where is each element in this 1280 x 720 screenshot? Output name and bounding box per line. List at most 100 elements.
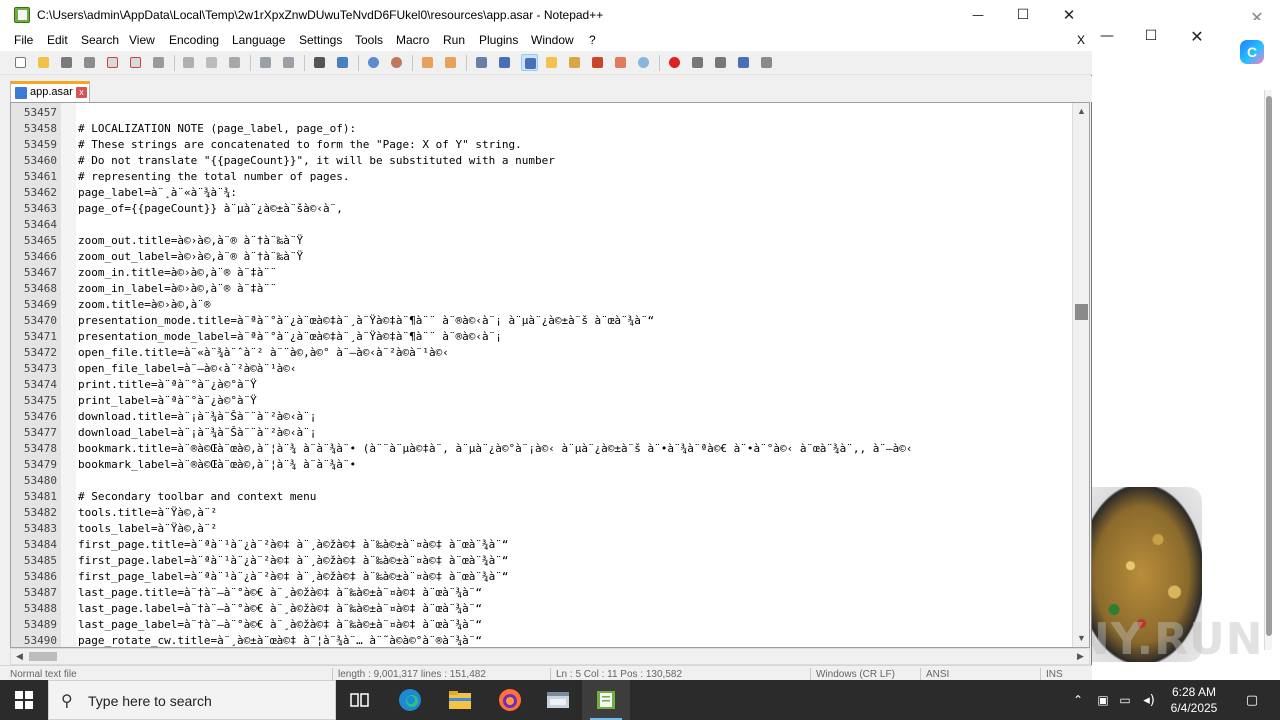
editor-line[interactable]: 53458 # LOCALIZATION NOTE (page_label, pa… — [11, 121, 1073, 137]
editor-line[interactable]: 53463 page_of={{pageCount}} à¨µà¨¿à©±à¨šà… — [11, 201, 1073, 217]
scroll-down-icon[interactable]: ▼ — [1073, 630, 1089, 647]
background-browser-window[interactable]: ✕ — ☐ ✕ C — [1092, 0, 1280, 680]
editor-line[interactable]: 53461 # representing the total number of … — [11, 169, 1073, 185]
tab-app-asar[interactable]: app.asar x — [10, 81, 90, 102]
menu-run[interactable]: Run — [443, 33, 465, 47]
editor-line[interactable]: 53472 open_file.title=à¨«à¨¾à¨ˆà¨² à¨¨à©‚… — [11, 345, 1073, 361]
start-button[interactable] — [0, 680, 48, 720]
editor-line[interactable]: 53484 first_page.title=à¨ªà¨¹à¨¿à¨²à©‡ à¨… — [11, 537, 1073, 553]
copy-icon[interactable] — [203, 54, 220, 71]
new-file-icon[interactable] — [12, 54, 29, 71]
redo-icon[interactable] — [280, 54, 297, 71]
monitoring-icon[interactable] — [635, 54, 652, 71]
browser-maximize-icon[interactable]: ☐ — [1136, 20, 1166, 52]
menu-plugins[interactable]: Plugins — [479, 33, 518, 47]
menu-tools[interactable]: Tools — [355, 33, 383, 47]
save-macro-icon[interactable] — [758, 54, 775, 71]
word-wrap-icon[interactable] — [473, 54, 490, 71]
scroll-right-icon[interactable]: ▶ — [1072, 649, 1089, 664]
editor-line[interactable]: 53459 # These strings are concatenated to… — [11, 137, 1073, 153]
menu-view[interactable]: View — [129, 33, 155, 47]
taskbar-search-box[interactable]: ⚲ Type here to search — [48, 680, 336, 720]
taskbar-notepad-plus-plus[interactable] — [582, 680, 630, 720]
editor-line[interactable]: 53467 zoom_in.title=à©›à©‚à¨® à¨‡à¨¨ — [11, 265, 1073, 281]
vertical-scroll-thumb[interactable] — [1075, 304, 1088, 320]
folder-as-workspace-icon[interactable] — [612, 54, 629, 71]
browser-minimize-icon[interactable]: — — [1092, 20, 1122, 52]
close-document-button[interactable]: X — [1077, 33, 1085, 47]
editor-line[interactable]: 53477 download_label=à¨¡à¨¾à¨Šà¨¨à¨²à©‹à¨… — [11, 425, 1073, 441]
editor-line[interactable]: 53485 first_page.label=à¨ªà¨¹à¨¿à¨²à©‡ à¨… — [11, 553, 1073, 569]
tab-close-icon[interactable]: x — [76, 87, 87, 98]
editor-line[interactable]: 53483 tools_label=à¨Ÿà©‚à¨² — [11, 521, 1073, 537]
scroll-left-icon[interactable]: ◀ — [11, 649, 28, 664]
taskbar-edge[interactable] — [386, 680, 434, 720]
save-icon[interactable] — [58, 54, 75, 71]
editor-line[interactable]: 53481 # Secondary toolbar and context men… — [11, 489, 1073, 505]
editor-line[interactable]: 53464 — [11, 217, 1073, 233]
horizontal-scrollbar[interactable]: ◀ ▶ — [10, 648, 1090, 665]
editor-line[interactable]: 53469 zoom.title=à©›à©‚à¨® — [11, 297, 1073, 313]
menu-macro[interactable]: Macro — [396, 33, 429, 47]
browser-close-icon[interactable]: ✕ — [1182, 20, 1212, 52]
editor-line[interactable]: 53473 open_file_label=à¨–à©‹à¨²à©à¨¹à©‹ — [11, 361, 1073, 377]
stop-macro-icon[interactable] — [689, 54, 706, 71]
show-all-characters-icon[interactable] — [496, 54, 513, 71]
editor-line[interactable]: 53475 print_label=à¨ªà¨°à¨¿à©°à¨Ÿ — [11, 393, 1073, 409]
print-icon[interactable] — [150, 54, 167, 71]
taskbar-file-explorer[interactable] — [436, 680, 484, 720]
notification-icon[interactable]: ▢ — [1240, 690, 1264, 710]
editor-line[interactable]: 53479 bookmark_label=à¨®à©Œà¨œà©‚à¨¦à¨¾ à… — [11, 457, 1073, 473]
editor-line[interactable]: 53486 first_page_label=à¨ªà¨¹à¨¿à¨²à©‡ à¨… — [11, 569, 1073, 585]
editor-line[interactable]: 53476 download.title=à¨¡à¨¾à¨Šà¨¨à¨²à©‹à¨… — [11, 409, 1073, 425]
text-editor[interactable]: 53457 53458 # LOCALIZATION NOTE (page_labe… — [10, 102, 1090, 648]
menu-encoding[interactable]: Encoding — [169, 33, 219, 47]
editor-line[interactable]: 53465 zoom_out.title=à©›à©‚à¨® à¨†à¨‰à¨Ÿ — [11, 233, 1073, 249]
menu-window[interactable]: Window — [531, 33, 574, 47]
maximize-button[interactable]: ☐ — [1000, 0, 1046, 30]
editor-line[interactable]: 53480 — [11, 473, 1073, 489]
vertical-scrollbar[interactable]: ▲ ▼ — [1072, 103, 1089, 647]
editor-line[interactable]: 53468 zoom_in_label=à©›à©‚à¨® à¨‡à¨¨ — [11, 281, 1073, 297]
indent-guide-icon[interactable] — [521, 54, 538, 71]
sync-vertical-icon[interactable] — [419, 54, 436, 71]
open-file-icon[interactable] — [35, 54, 52, 71]
scroll-up-icon[interactable]: ▲ — [1073, 103, 1089, 120]
menu-file[interactable]: File — [14, 33, 33, 47]
meet-now-icon[interactable]: ▣ — [1094, 690, 1112, 710]
close-all-icon[interactable] — [127, 54, 144, 71]
editor-line[interactable]: 53457 — [11, 105, 1073, 121]
network-icon[interactable]: ▭ — [1116, 690, 1134, 710]
editor-line[interactable]: 53471 presentation_mode_label=à¨ªà¨°à¨¿à¨… — [11, 329, 1073, 345]
replace-icon[interactable] — [334, 54, 351, 71]
editor-line[interactable]: 53474 print.title=à¨ªà¨°à¨¿à©°à¨Ÿ — [11, 377, 1073, 393]
record-macro-icon[interactable] — [666, 54, 683, 71]
taskbar-firefox[interactable] — [486, 680, 534, 720]
editor-line[interactable]: 53470 presentation_mode.title=à¨ªà¨°à¨¿à¨… — [11, 313, 1073, 329]
sync-horizontal-icon[interactable] — [442, 54, 459, 71]
show-hidden-icons-icon[interactable]: ⌃ — [1070, 690, 1086, 710]
editor-line[interactable]: 53489 last_page_label=à¨†à¨–à¨°à©€ à¨¸à©ž… — [11, 617, 1073, 633]
define-language-icon[interactable] — [543, 54, 560, 71]
taskbar-mail-app[interactable] — [534, 680, 582, 720]
minimize-button[interactable]: — — [955, 0, 1001, 30]
play-macro-icon[interactable] — [712, 54, 729, 71]
zoom-out-icon[interactable] — [388, 54, 405, 71]
close-file-icon[interactable] — [104, 54, 121, 71]
browser-page-scrollbar[interactable] — [1264, 90, 1272, 650]
find-icon[interactable] — [311, 54, 328, 71]
editor-line[interactable]: 53478 bookmark.title=à¨®à©Œà¨œà©‚à¨¦à¨¾ à… — [11, 441, 1073, 457]
menu-search[interactable]: Search — [81, 33, 119, 47]
editor-line[interactable]: 53490 page_rotate_cw.title=à¨¸à©±à¨œà©‡ à… — [11, 633, 1073, 647]
editor-line[interactable]: 53460 # Do not translate "{{pageCount}}",… — [11, 153, 1073, 169]
menu-language[interactable]: Language — [232, 33, 285, 47]
taskbar-clock[interactable]: 6:28 AM 6/4/2025 — [1156, 684, 1232, 716]
zoom-in-icon[interactable] — [365, 54, 382, 71]
copilot-icon[interactable]: C — [1240, 40, 1264, 64]
menu-edit[interactable]: Edit — [47, 33, 68, 47]
editor-line[interactable]: 53462 page_label=à¨¸à¨«à¨¾à¨¾: — [11, 185, 1073, 201]
function-list-icon[interactable] — [589, 54, 606, 71]
editor-line[interactable]: 53487 last_page.title=à¨†à¨–à¨°à©€ à¨¸à©ž… — [11, 585, 1073, 601]
horizontal-scroll-thumb[interactable] — [29, 652, 57, 661]
cut-icon[interactable] — [180, 54, 197, 71]
